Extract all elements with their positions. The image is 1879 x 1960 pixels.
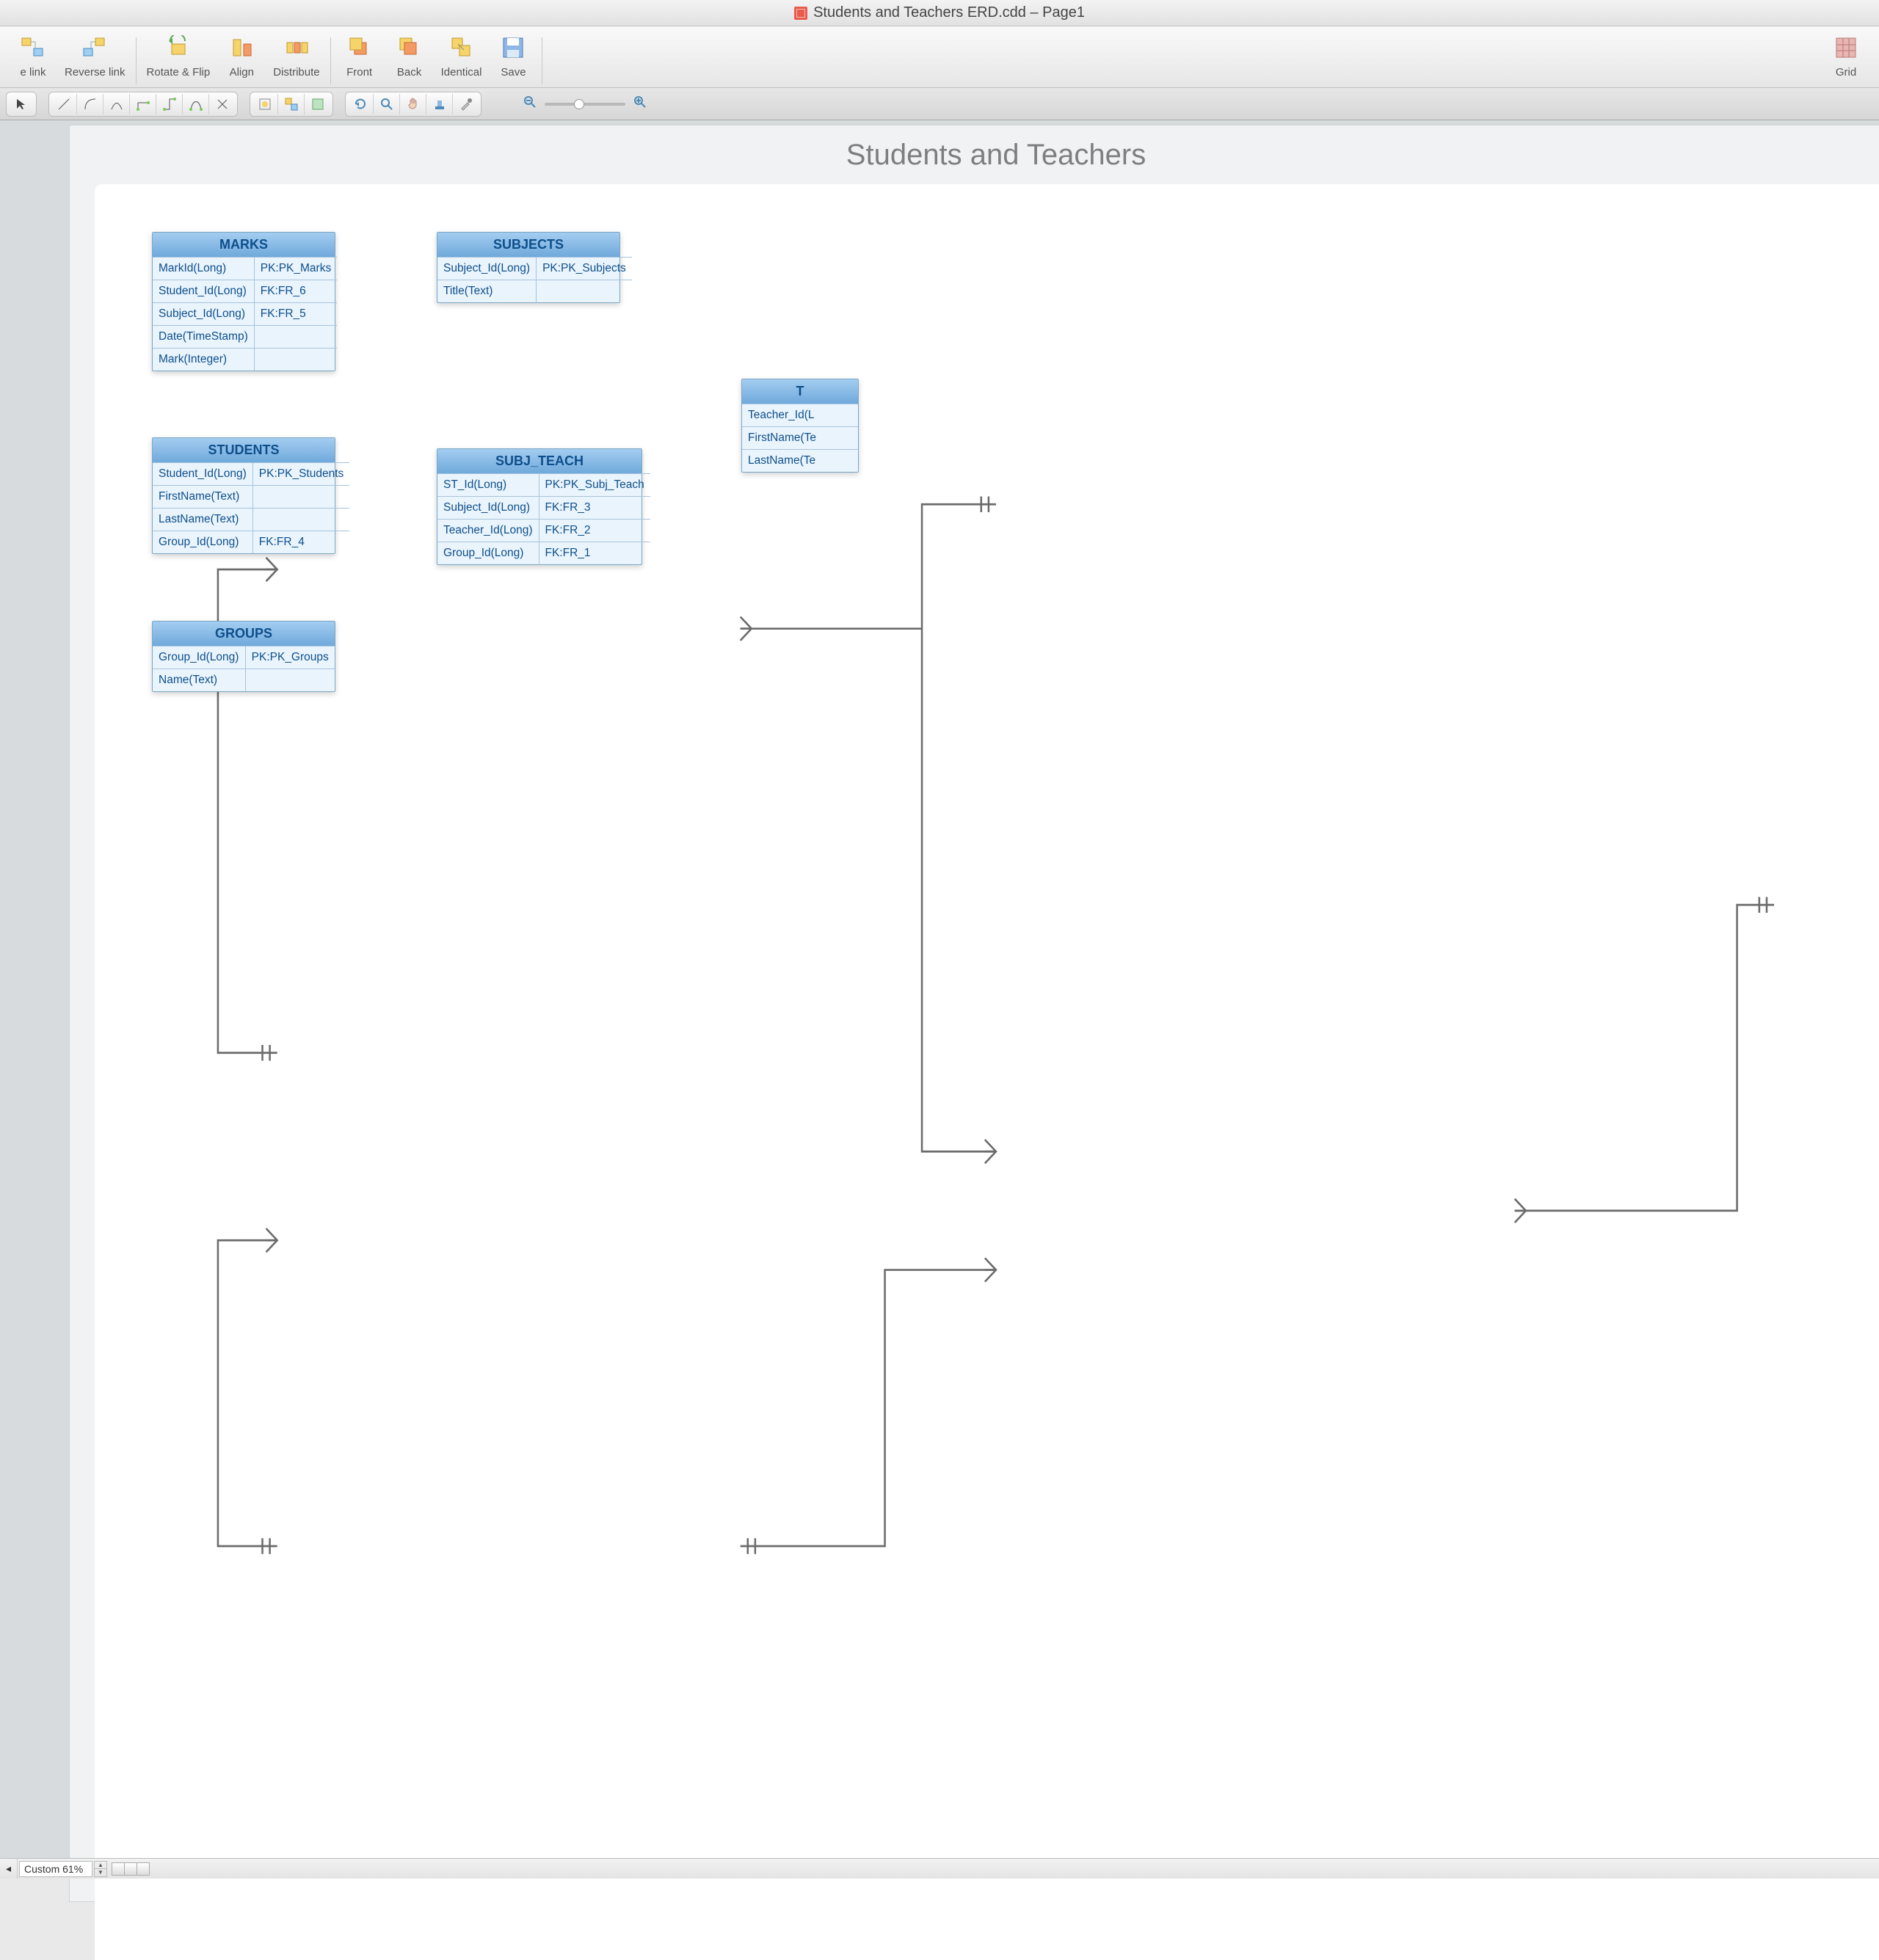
view-tools[interactable] bbox=[345, 92, 481, 117]
zoom-slider[interactable] bbox=[523, 95, 647, 113]
grid-button[interactable]: Grid bbox=[1826, 29, 1866, 81]
table-row: Date(TimeStamp) bbox=[153, 326, 337, 349]
entity-subjects[interactable]: SUBJECTS Subject_Id(Long)PK:PK_Subjects … bbox=[437, 232, 620, 303]
status-bar: ◂ Custom 61% ▲▼ bbox=[0, 1858, 1879, 1879]
zoom-out-icon[interactable] bbox=[523, 95, 537, 113]
entity-marks[interactable]: MARKS MarkId(Long)PK:PK_Marks Student_Id… bbox=[152, 232, 335, 371]
table-row: Subject_Id(Long)FK:FR_3 bbox=[437, 497, 650, 520]
table-row: LastName(Text) bbox=[153, 509, 349, 531]
refresh-tool[interactable] bbox=[347, 94, 374, 114]
table-row: ST_Id(Long)PK:PK_Subj_Teach bbox=[437, 474, 650, 497]
spline-tool[interactable] bbox=[183, 94, 209, 114]
entity-columns: ST_Id(Long)PK:PK_Subj_Teach Subject_Id(L… bbox=[437, 473, 650, 564]
reverse-link-button[interactable]: Reverse link bbox=[63, 29, 127, 81]
zoom-readout[interactable]: Custom 61% bbox=[19, 1861, 92, 1877]
group-tool[interactable] bbox=[252, 94, 278, 114]
save-icon bbox=[498, 32, 528, 63]
table-row: Group_Id(Long)PK:PK_Groups bbox=[153, 646, 335, 669]
entity-header: T bbox=[742, 379, 858, 404]
pointer-tool[interactable] bbox=[6, 92, 37, 117]
bring-front-button[interactable]: Front bbox=[340, 29, 379, 81]
zoom-stepper[interactable]: ▲▼ bbox=[94, 1861, 107, 1877]
entity-header: STUDENTS bbox=[153, 438, 335, 462]
shape-tools[interactable] bbox=[250, 92, 333, 117]
line-tool[interactable] bbox=[51, 94, 77, 114]
sheet-tabs[interactable] bbox=[112, 1862, 149, 1876]
entity-header: SUBJ_TEACH bbox=[437, 449, 642, 473]
zoom-thumb[interactable] bbox=[574, 99, 584, 109]
entity-columns: Subject_Id(Long)PK:PK_Subjects Title(Tex… bbox=[437, 257, 632, 302]
entity-groups[interactable]: GROUPS Group_Id(Long)PK:PK_Groups Name(T… bbox=[152, 621, 335, 692]
reverse-link-icon bbox=[79, 32, 110, 63]
save-button[interactable]: Save bbox=[493, 29, 533, 81]
pan-tool[interactable] bbox=[400, 94, 426, 114]
page: Students and Teachers bbox=[69, 125, 1879, 1902]
zoom-in-icon[interactable] bbox=[633, 95, 647, 113]
identical-button[interactable]: Identical bbox=[440, 29, 484, 81]
entity-columns: Teacher_Id(L FirstName(Te LastName(Te bbox=[742, 404, 858, 472]
entity-header: MARKS bbox=[153, 233, 335, 257]
stamp-tool[interactable] bbox=[426, 94, 453, 114]
back-icon bbox=[394, 32, 425, 63]
ungroup-tool[interactable] bbox=[278, 94, 305, 114]
table-row: Teacher_Id(Long)FK:FR_2 bbox=[437, 520, 650, 542]
entity-columns: Group_Id(Long)PK:PK_Groups Name(Text) bbox=[153, 646, 335, 691]
document-icon bbox=[794, 7, 807, 20]
entity-subj-teach[interactable]: SUBJ_TEACH ST_Id(Long)PK:PK_Subj_Teach S… bbox=[437, 448, 642, 565]
front-icon bbox=[344, 32, 375, 63]
page-prev-button[interactable]: ◂ bbox=[0, 1859, 18, 1879]
entity-header: GROUPS bbox=[153, 622, 335, 646]
link-icon bbox=[18, 32, 48, 63]
table-row: Subject_Id(Long)FK:FR_5 bbox=[153, 303, 337, 326]
entity-header: SUBJECTS bbox=[437, 233, 619, 257]
table-row: FirstName(Te bbox=[742, 427, 858, 450]
entity-columns: Student_Id(Long)PK:PK_Students FirstName… bbox=[153, 462, 349, 553]
table-row: MarkId(Long)PK:PK_Marks bbox=[153, 258, 337, 280]
table-row: Title(Text) bbox=[437, 280, 632, 303]
grid-icon bbox=[1831, 32, 1861, 63]
table-row: Student_Id(Long)FK:FR_6 bbox=[153, 280, 337, 303]
connector-tools[interactable] bbox=[48, 92, 238, 117]
main-toolbar: e link Reverse link Rotate & Flip Align bbox=[0, 26, 1879, 88]
sheet bbox=[95, 184, 1879, 1960]
entity-columns: MarkId(Long)PK:PK_Marks Student_Id(Long)… bbox=[153, 257, 337, 371]
regroup-tool[interactable] bbox=[305, 94, 331, 114]
drawing-toolbar bbox=[0, 88, 1879, 120]
send-back-button[interactable]: Back bbox=[390, 29, 429, 81]
link-button[interactable]: e link bbox=[13, 29, 53, 81]
eyedropper-tool[interactable] bbox=[453, 94, 479, 114]
table-row: FirstName(Text) bbox=[153, 486, 349, 509]
distribute-button[interactable]: Distribute bbox=[272, 29, 321, 81]
table-row: Group_Id(Long)FK:FR_4 bbox=[153, 531, 349, 554]
route-tool[interactable] bbox=[156, 94, 183, 114]
table-row: Teacher_Id(L bbox=[742, 404, 858, 427]
table-row: Subject_Id(Long)PK:PK_Subjects bbox=[437, 258, 632, 280]
canvas-workspace[interactable]: Students and Teachers bbox=[0, 120, 1879, 1858]
table-row: Student_Id(Long)PK:PK_Students bbox=[153, 463, 349, 486]
table-row: Name(Text) bbox=[153, 669, 335, 692]
align-icon bbox=[226, 32, 257, 63]
table-row: LastName(Te bbox=[742, 450, 858, 473]
elbow-tool[interactable] bbox=[130, 94, 156, 114]
identical-icon bbox=[446, 32, 477, 63]
entity-students[interactable]: STUDENTS Student_Id(Long)PK:PK_Students … bbox=[152, 437, 335, 554]
table-row: Group_Id(Long)FK:FR_1 bbox=[437, 542, 650, 565]
distribute-icon bbox=[281, 32, 312, 63]
align-button[interactable]: Align bbox=[222, 29, 261, 81]
page-title: Students and Teachers bbox=[70, 139, 1879, 172]
arc-tool[interactable] bbox=[77, 94, 103, 114]
rotate-flip-button[interactable]: Rotate & Flip bbox=[145, 29, 212, 81]
rotate-icon bbox=[163, 32, 194, 63]
table-row: Mark(Integer) bbox=[153, 349, 337, 371]
window-title: Students and Teachers ERD.cdd – Page1 bbox=[813, 4, 1085, 21]
curve-tool[interactable] bbox=[103, 94, 130, 114]
multi-tool[interactable] bbox=[209, 94, 236, 114]
window-titlebar: Students and Teachers ERD.cdd – Page1 bbox=[0, 0, 1879, 26]
zoom-tool[interactable] bbox=[374, 94, 400, 114]
zoom-track[interactable] bbox=[545, 103, 625, 106]
entity-teachers[interactable]: T Teacher_Id(L FirstName(Te LastName(Te bbox=[741, 379, 859, 473]
